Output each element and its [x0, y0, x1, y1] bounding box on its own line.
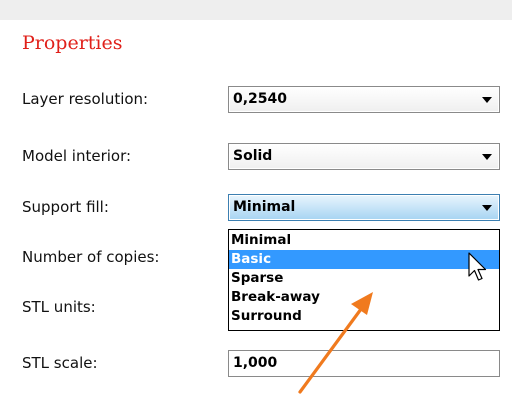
chevron-down-icon [482, 154, 492, 160]
support-fill-dropdown: Minimal Basic Sparse Break-away Surround [228, 229, 500, 331]
model-interior-value: Solid [233, 148, 273, 164]
mouse-pointer-icon [468, 252, 487, 281]
panel-title: Properties [22, 32, 123, 54]
chevron-down-icon [482, 205, 492, 211]
option-minimal[interactable]: Minimal [229, 231, 499, 250]
model-interior-label: Model interior: [22, 147, 132, 165]
layer-resolution-select[interactable]: 0,2540 [228, 86, 500, 113]
stl-scale-input[interactable]: 1,000 [228, 350, 500, 377]
stl-units-label: STL units: [22, 298, 96, 316]
option-break-away[interactable]: Break-away [229, 288, 499, 307]
option-surround[interactable]: Surround [229, 307, 499, 326]
support-fill-select[interactable]: Minimal [228, 194, 500, 221]
support-fill-label: Support fill: [22, 198, 109, 216]
model-interior-select[interactable]: Solid [228, 143, 500, 170]
layer-resolution-label: Layer resolution: [22, 90, 149, 108]
stl-scale-value: 1,000 [233, 355, 278, 371]
option-basic[interactable]: Basic [229, 250, 499, 269]
stl-scale-label: STL scale: [22, 354, 98, 372]
number-of-copies-label: Number of copies: [22, 248, 160, 266]
chevron-down-icon [482, 97, 492, 103]
layer-resolution-value: 0,2540 [233, 91, 288, 107]
option-sparse[interactable]: Sparse [229, 269, 499, 288]
support-fill-value: Minimal [233, 199, 296, 215]
top-bar [0, 0, 512, 20]
